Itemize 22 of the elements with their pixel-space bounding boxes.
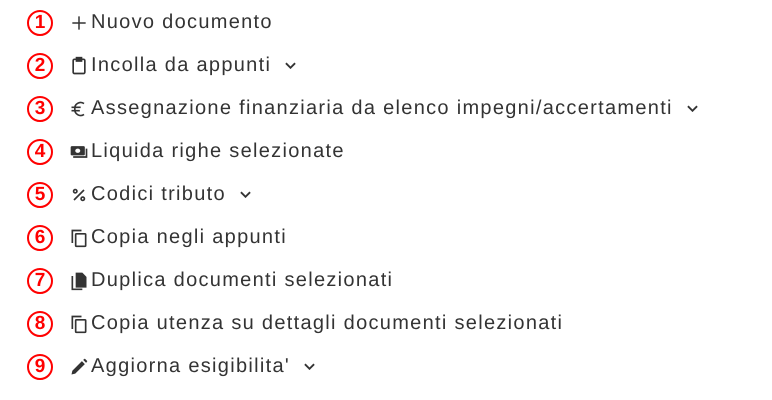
menu-item[interactable]: Incolla da appunti bbox=[69, 54, 296, 77]
number-marker: 5 bbox=[27, 182, 53, 208]
menu-item[interactable]: Copia utenza su dettagli documenti selezionati bbox=[69, 312, 564, 335]
pencil-icon bbox=[69, 356, 89, 376]
menu-item[interactable]: Codici tributo bbox=[69, 183, 251, 206]
menu-item[interactable]: Nuovo documento bbox=[69, 11, 273, 34]
number-marker: 2 bbox=[27, 52, 53, 78]
number-marker: 1 bbox=[27, 10, 53, 36]
file-copy-icon bbox=[69, 270, 89, 290]
menu-item[interactable]: Liquida righe selezionate bbox=[69, 140, 345, 163]
copy-icon bbox=[69, 314, 89, 334]
number-marker: 3 bbox=[27, 96, 53, 122]
number-marker: 4 bbox=[27, 138, 53, 164]
number-marker: 7 bbox=[27, 268, 53, 294]
menu-item[interactable]: Copia negli appunti bbox=[69, 226, 287, 249]
copy-icon bbox=[69, 228, 89, 248]
menu-item[interactable]: Duplica documenti selezionati bbox=[69, 269, 394, 292]
menu-item[interactable]: Assegnazione finanziaria da elenco impegni/accertamenti bbox=[69, 97, 698, 120]
number-marker: 9 bbox=[27, 354, 53, 380]
menu-item[interactable]: Aggiorna esigibilita' bbox=[69, 355, 315, 378]
number-marker: 6 bbox=[27, 224, 53, 250]
number-marker: 8 bbox=[27, 310, 53, 336]
